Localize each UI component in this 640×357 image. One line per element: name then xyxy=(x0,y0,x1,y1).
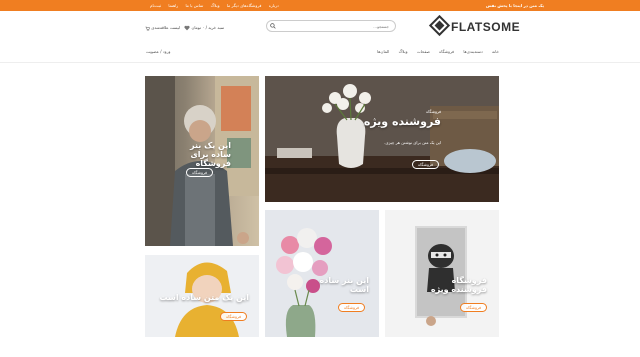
shop-button[interactable]: فروشگاه xyxy=(186,168,213,177)
banner-title: فروشنده ویژه xyxy=(363,115,441,128)
banner-tile-flowers[interactable]: این بنر ساده است فروشگاه xyxy=(265,210,379,337)
banner-kicker: فروشگاه xyxy=(426,109,441,114)
cart-icon[interactable] xyxy=(145,26,150,31)
heart-icon[interactable] xyxy=(184,25,190,31)
nav-item-pages[interactable]: صفحات xyxy=(417,49,430,54)
main-menu: خانه دسته‌بندی‌ها فروشگاه صفحات وبلاگ ال… xyxy=(369,49,499,54)
shop-button[interactable]: فروشگاه xyxy=(460,303,487,312)
main-nav: خانه دسته‌بندی‌ها فروشگاه صفحات وبلاگ ال… xyxy=(0,41,640,63)
shop-button[interactable]: فروشگاه xyxy=(220,312,247,321)
vase-photo xyxy=(265,76,499,202)
shop-button[interactable]: فروشگاه xyxy=(338,303,365,312)
wishlist-label[interactable]: لیست علاقه‌مندی xyxy=(151,25,180,30)
top-link-about[interactable]: درباره xyxy=(269,3,279,8)
banner-title: این یک متن ساده است xyxy=(159,293,249,302)
banner-subtitle: این یک متن برای نوشتن هر چیزی. xyxy=(384,140,441,145)
top-link-help[interactable]: راهنما xyxy=(168,3,178,8)
search-placeholder: جستجو... xyxy=(373,24,389,29)
top-bar: یک متن در اینجا با پخش نفس درباره فروشگا… xyxy=(0,0,640,11)
flowers-photo xyxy=(265,210,379,337)
login-link[interactable]: ورود / عضویت xyxy=(146,49,170,54)
top-links: درباره فروشگاه‌های دیگر ما وبلاگ تماس با… xyxy=(144,3,279,8)
shop-button[interactable]: فروشگاه xyxy=(412,160,439,169)
promo-text: یک متن در اینجا با پخش نفس xyxy=(486,3,544,8)
banner-tile-artist[interactable]: این یک بنر ساده برای فروشگاه فروشگاه xyxy=(145,76,259,246)
site-logo[interactable]: FLATSOME xyxy=(428,14,520,37)
search-input[interactable]: جستجو... xyxy=(266,20,396,32)
nav-item-elements[interactable]: المان‌ها xyxy=(377,49,389,54)
logo-mark-icon xyxy=(428,14,451,37)
banner-title: این بنر ساده است xyxy=(319,276,369,295)
banner-tile-kids[interactable]: این یک متن ساده است فروشگاه xyxy=(145,255,259,337)
search-icon[interactable] xyxy=(270,23,276,29)
logo-text: FLATSOME xyxy=(451,20,521,34)
cart-label[interactable]: سبد خرید / ۰ تومان xyxy=(191,25,224,30)
top-link-signup[interactable]: ثبت‌نام xyxy=(150,3,161,8)
account-area: سبد خرید / ۰ تومان لیست علاقه‌مندی xyxy=(145,25,224,31)
banner-tile-featured[interactable]: فروشگاه فروشنده ویژه این یک متن برای نوش… xyxy=(265,76,499,202)
nav-item-categories[interactable]: دسته‌بندی‌ها xyxy=(463,49,482,54)
banner-title: این یک بنر ساده برای فروشگاه xyxy=(190,141,231,169)
nav-item-shop[interactable]: فروشگاه xyxy=(439,49,454,54)
top-link-contact[interactable]: تماس با ما xyxy=(186,3,204,8)
banner-title: فروشگاه فروشنده ویژه xyxy=(430,276,487,295)
site-header: FLATSOME جستجو... سبد خرید / ۰ تومان لیس… xyxy=(0,11,640,41)
nav-item-home[interactable]: خانه xyxy=(492,49,499,54)
poster-photo xyxy=(385,210,499,337)
banner-tile-poster[interactable]: فروشگاه فروشنده ویژه فروشگاه xyxy=(385,210,499,337)
top-link-other-stores[interactable]: فروشگاه‌های دیگر ما xyxy=(227,3,262,8)
top-link-blog[interactable]: وبلاگ xyxy=(211,3,220,8)
nav-item-blog[interactable]: وبلاگ xyxy=(399,49,408,54)
